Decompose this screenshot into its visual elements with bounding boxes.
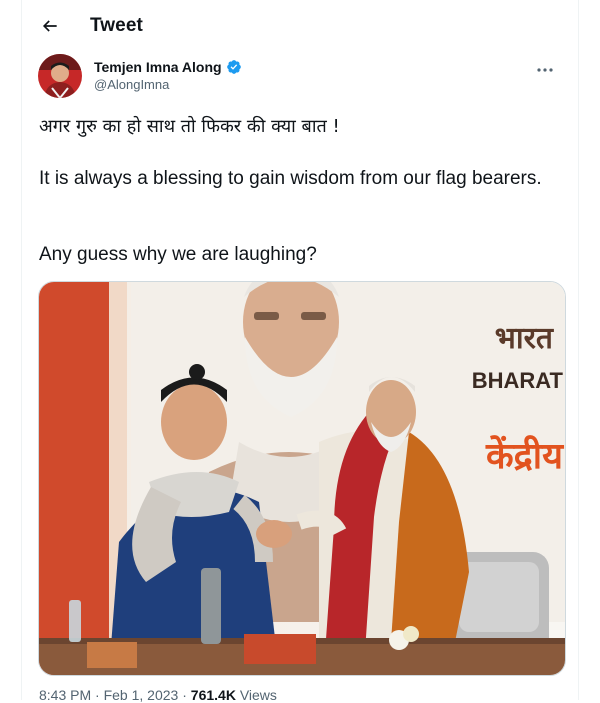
top-bar: Tweet: [22, 0, 578, 52]
back-button[interactable]: [32, 8, 68, 44]
tweet-line-english: It is always a blessing to gain wisdom f…: [39, 168, 542, 189]
page-title: Tweet: [90, 15, 143, 36]
avatar[interactable]: [38, 54, 82, 98]
tweet-meta: 8:43 PM · Feb 1, 2023 · 761.4K Views: [39, 687, 277, 703]
meta-separator-2: ·: [182, 687, 187, 703]
author-names: Temjen Imna Along @AlongImna: [94, 58, 242, 94]
back-arrow-icon: [42, 20, 57, 32]
banner-text-english: BHARAT: [472, 368, 564, 393]
tweet-date[interactable]: Feb 1, 2023: [104, 687, 179, 703]
author-display-name[interactable]: Temjen Imna Along: [94, 58, 222, 76]
tweet-line-hindi: अगर गुरु का हो साथ तो फिकर की क्या बात !: [39, 116, 340, 137]
views-count: 761.4K: [190, 687, 236, 703]
more-options-button[interactable]: [528, 58, 562, 82]
author-handle[interactable]: @AlongImna: [94, 76, 242, 94]
more-options-icon: [537, 68, 553, 72]
tweet-panel: Tweet Temjen Imna Along @AlongImna अगर ग…: [21, 0, 579, 703]
tweet-line-question: Any guess why we are laughing?: [39, 244, 317, 265]
meta-separator: ·: [95, 687, 100, 703]
tweet-photo[interactable]: भारत BHARAT केंद्रीय: [38, 281, 566, 676]
banner-text-hindi-2: केंद्रीय: [485, 435, 564, 477]
tweet-time[interactable]: 8:43 PM: [39, 687, 91, 703]
handshake: [256, 520, 292, 548]
banner-text-hindi: भारत: [495, 321, 555, 356]
tweet-author: Temjen Imna Along @AlongImna: [38, 52, 562, 100]
views-label: Views: [239, 687, 277, 703]
verified-badge-icon: [226, 60, 241, 74]
